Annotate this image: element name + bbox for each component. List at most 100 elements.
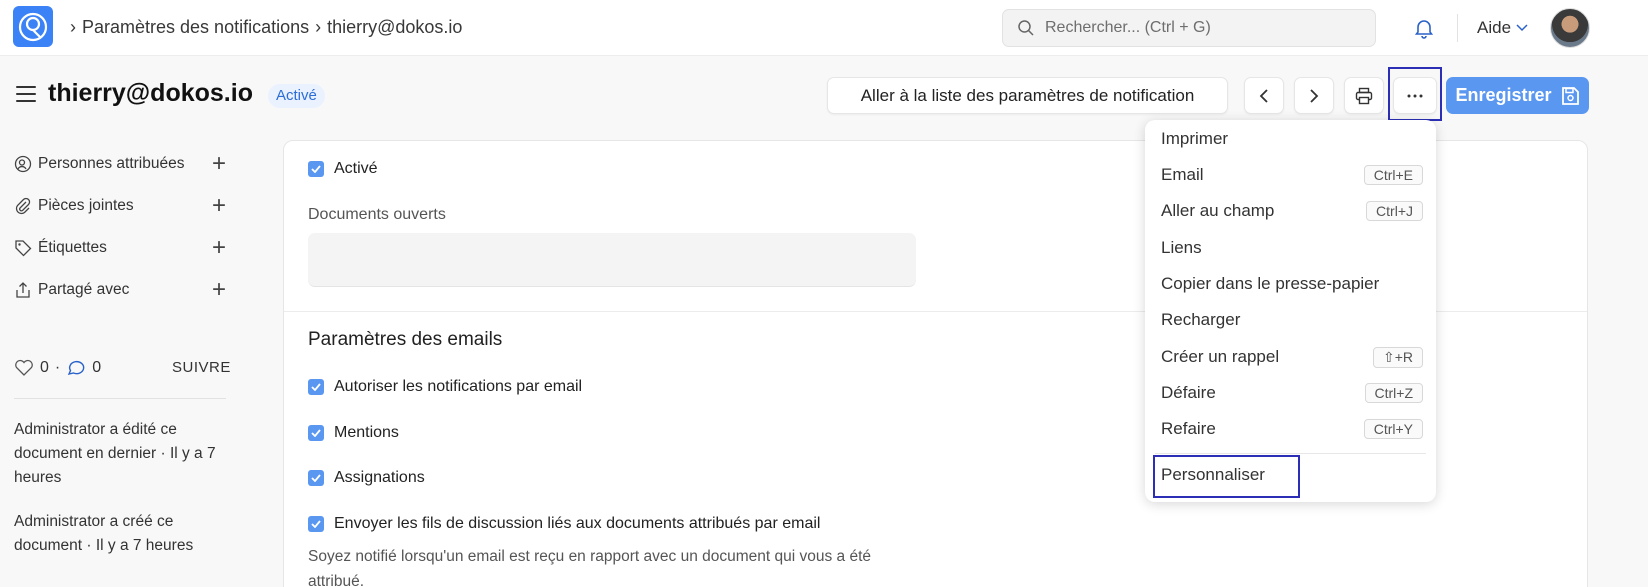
help-text: Soyez notifié lorsqu'un email est reçu e…: [308, 548, 872, 587]
documents-label: Documents ouverts: [308, 206, 446, 223]
breadcrumb-doctype[interactable]: Paramètres des notifications: [82, 17, 309, 38]
activity-last-edited: Administrator a édité ce document en der…: [14, 421, 216, 486]
email-notifications-checkbox[interactable]: Autoriser les notifications par email: [308, 378, 582, 396]
shortcut-badge: Ctrl+E: [1363, 165, 1423, 185]
menu-item-email[interactable]: Email Ctrl+E: [1161, 160, 1423, 190]
shortcut-badge: Ctrl+Z: [1364, 383, 1423, 403]
app-logo[interactable]: [13, 6, 53, 47]
save-label: Enregistrer: [1455, 85, 1552, 105]
sidebar-item-tags[interactable]: Étiquettes +: [14, 236, 226, 260]
menu-item-label: Copier dans le presse-papier: [1161, 274, 1380, 293]
follow-button[interactable]: SUIVRE: [172, 359, 231, 376]
comments-count: 0: [92, 359, 102, 376]
activity-created: Administrator a créé ce document · Il y …: [14, 513, 194, 554]
more-actions-menu-panel: Imprimer Email Ctrl+E Aller au champ Ctrl+…: [1145, 120, 1436, 502]
add-icon[interactable]: +: [212, 152, 226, 176]
user-plus-icon: [14, 155, 32, 173]
shortcut-badge: Ctrl+Y: [1363, 419, 1423, 439]
section-title: Paramètres des emails: [308, 329, 503, 350]
go-to-list-button[interactable]: Aller à la liste des paramètres de notif…: [827, 77, 1228, 114]
checkbox-checked-icon[interactable]: [308, 161, 324, 177]
menu-item-customize[interactable]: Personnaliser: [1161, 460, 1423, 490]
sidebar-item-label: Partagé avec: [38, 281, 130, 298]
chevron-right-icon: [1310, 88, 1319, 103]
status-badge: Activé: [268, 84, 325, 108]
menu-divider: [1155, 453, 1426, 454]
add-icon[interactable]: +: [212, 194, 226, 218]
previous-document-button[interactable]: [1244, 77, 1284, 114]
sidebar-item-shared[interactable]: Partagé avec +: [14, 278, 226, 302]
next-document-button[interactable]: [1294, 77, 1334, 114]
shortcut-badge: Ctrl+J: [1366, 201, 1423, 221]
sidebar-item-label: Étiquettes: [38, 239, 107, 256]
menu-item-label: Aller au champ: [1161, 201, 1275, 220]
top-navbar: › Paramètres des notifications › thierry…: [0, 0, 1648, 56]
menu-item-copy-clipboard[interactable]: Copier dans le presse-papier: [1161, 269, 1423, 299]
sidebar-divider: [14, 398, 226, 399]
shortcut-badge: ⇧+R: [1372, 346, 1423, 368]
share-icon: [16, 282, 30, 298]
menu-item-reload[interactable]: Recharger: [1161, 305, 1423, 335]
bell-icon: [1414, 20, 1434, 39]
save-icon: [1561, 86, 1579, 105]
checkbox-label: Mentions: [334, 424, 399, 441]
sidebar-toggle-icon[interactable]: [16, 86, 36, 102]
user-avatar[interactable]: [1550, 8, 1590, 48]
breadcrumb: › Paramètres des notifications › thierry…: [70, 17, 462, 38]
menu-item-jump-to-field[interactable]: Aller au champ Ctrl+J: [1161, 196, 1423, 226]
search-bar[interactable]: [1002, 9, 1376, 47]
chevron-down-icon: [1516, 24, 1528, 32]
menu-item-label: Imprimer: [1161, 129, 1229, 148]
logo-icon: [18, 12, 48, 41]
tag-icon: [15, 240, 32, 257]
assignments-checkbox[interactable]: Assignations: [308, 469, 425, 487]
menu-item-reminder[interactable]: Créer un rappel ⇧+R: [1161, 342, 1423, 372]
menu-item-redo[interactable]: Refaire Ctrl+Y: [1161, 414, 1423, 444]
print-button[interactable]: [1344, 77, 1384, 114]
search-input[interactable]: [1045, 19, 1355, 37]
more-actions-button[interactable]: [1393, 77, 1437, 114]
help-dropdown[interactable]: Aide: [1477, 18, 1528, 38]
breadcrumb-document[interactable]: thierry@dokos.io: [327, 17, 462, 38]
menu-item-undo[interactable]: Défaire Ctrl+Z: [1161, 378, 1423, 408]
checkbox-label: Assignations: [334, 469, 425, 486]
sidebar-item-label: Personnes attribuées: [38, 155, 185, 172]
notifications-button[interactable]: [1413, 17, 1435, 42]
menu-item-links[interactable]: Liens: [1161, 233, 1423, 263]
breadcrumb-separator-icon: ›: [315, 17, 322, 37]
likes-comments: 0 · 0: [14, 359, 101, 377]
menu-item-label: Recharger: [1161, 310, 1241, 329]
paperclip-icon: [15, 197, 31, 215]
checkbox-checked-icon[interactable]: [308, 470, 324, 486]
comment-icon[interactable]: [66, 359, 86, 377]
open-documents-field[interactable]: [308, 233, 916, 287]
likes-count: 0: [40, 359, 49, 376]
checkbox-checked-icon[interactable]: [308, 379, 324, 395]
help-label: Aide: [1477, 18, 1512, 37]
checkbox-checked-icon[interactable]: [308, 516, 324, 532]
checkbox-checked-icon[interactable]: [308, 425, 324, 441]
add-icon[interactable]: +: [212, 278, 226, 302]
menu-item-label: Email: [1161, 165, 1204, 184]
enabled-checkbox[interactable]: Activé: [308, 160, 378, 178]
save-button[interactable]: Enregistrer: [1446, 77, 1589, 114]
checkbox-label: Envoyer les fils de discussion liés aux …: [334, 515, 821, 532]
chevron-left-icon: [1259, 88, 1268, 103]
checkbox-label: Activé: [334, 160, 378, 177]
search-icon: [1018, 20, 1034, 36]
threads-checkbox[interactable]: Envoyer les fils de discussion liés aux …: [308, 515, 820, 533]
breadcrumb-separator-icon: ›: [70, 17, 76, 37]
menu-item-label: Refaire: [1161, 419, 1216, 438]
mentions-checkbox[interactable]: Mentions: [308, 424, 399, 442]
menu-item-label: Créer un rappel: [1161, 347, 1280, 366]
sidebar-item-assigned[interactable]: Personnes attribuées +: [14, 152, 226, 176]
menu-item-label: Personnaliser: [1161, 465, 1265, 484]
sidebar-item-label: Pièces jointes: [38, 197, 134, 214]
menu-item-print[interactable]: Imprimer: [1161, 124, 1423, 154]
heart-icon[interactable]: [14, 359, 34, 377]
add-icon[interactable]: +: [212, 236, 226, 260]
sidebar-item-attachments[interactable]: Pièces jointes +: [14, 194, 226, 218]
ellipsis-icon: [1407, 94, 1423, 97]
checkbox-label: Autoriser les notifications par email: [334, 378, 583, 395]
separator-dot: ·: [54, 359, 61, 376]
